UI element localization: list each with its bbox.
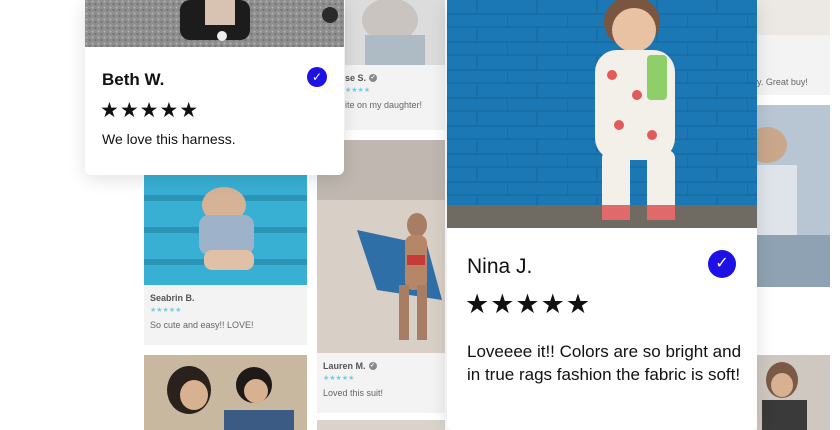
reviewer-name: Nina J. [467,255,533,278]
grid-review-name: se S. [345,73,367,83]
grid-review-text: ite on my daughter! [345,100,423,110]
review-photo-right-girl[interactable] [757,105,830,287]
star-rating: ★★★★★ [100,99,200,122]
review-photo-nina[interactable] [447,0,757,228]
grid-review-text: y. Great buy! [757,77,808,87]
reviewer-name: Beth W. [102,70,165,89]
check-icon: ✓ [307,67,327,87]
grid-review-seabrin[interactable]: Seabrin B. ★★★★★ So cute and easy!! LOVE… [144,285,307,345]
featured-review-card-beth[interactable]: Beth W. ✓ ★★★★★ We love this harness. [85,0,344,175]
grid-review-se-s[interactable]: se S. ✓ ★★★★ ite on my daughter! [345,65,445,130]
review-text: Loveeee it!! Colors are so bright and in… [467,342,742,384]
grid-review-stars: ★★★★ [345,87,371,94]
grid-review-text: So cute and easy!! LOVE! [150,320,254,330]
review-photo-beth[interactable] [85,0,344,47]
check-icon: ✓ [368,362,377,370]
grid-review-name: Seabrin B. [150,293,195,303]
star-rating: ★★★★★ [465,289,592,319]
review-text: We love this harness. [102,131,236,147]
review-photo-stairs[interactable] [144,165,307,285]
grid-review-stars: ★★★★★ [150,307,182,314]
grid-review-stars: ★★★★★ [323,375,355,382]
review-photo-partial [317,420,445,430]
review-photo-reading[interactable] [144,355,307,430]
review-photo-right-bottom[interactable] [757,355,830,430]
review-photo-child-portrait[interactable] [345,0,445,65]
grid-review-great-buy[interactable]: y. Great buy! [757,35,830,95]
grid-review-lauren[interactable]: Lauren M. ✓ ★★★★★ Loved this suit! [317,353,445,413]
check-icon: ✓ [708,250,736,278]
check-icon: ✓ [369,74,378,82]
grid-review-name: Lauren M. [323,361,366,371]
grid-review-text: Loved this suit! [323,388,384,398]
featured-review-card-nina[interactable]: Nina J. ✓ ★★★★★ Loveeee it!! Colors are … [447,0,757,430]
review-photo-right-top[interactable] [757,0,830,35]
